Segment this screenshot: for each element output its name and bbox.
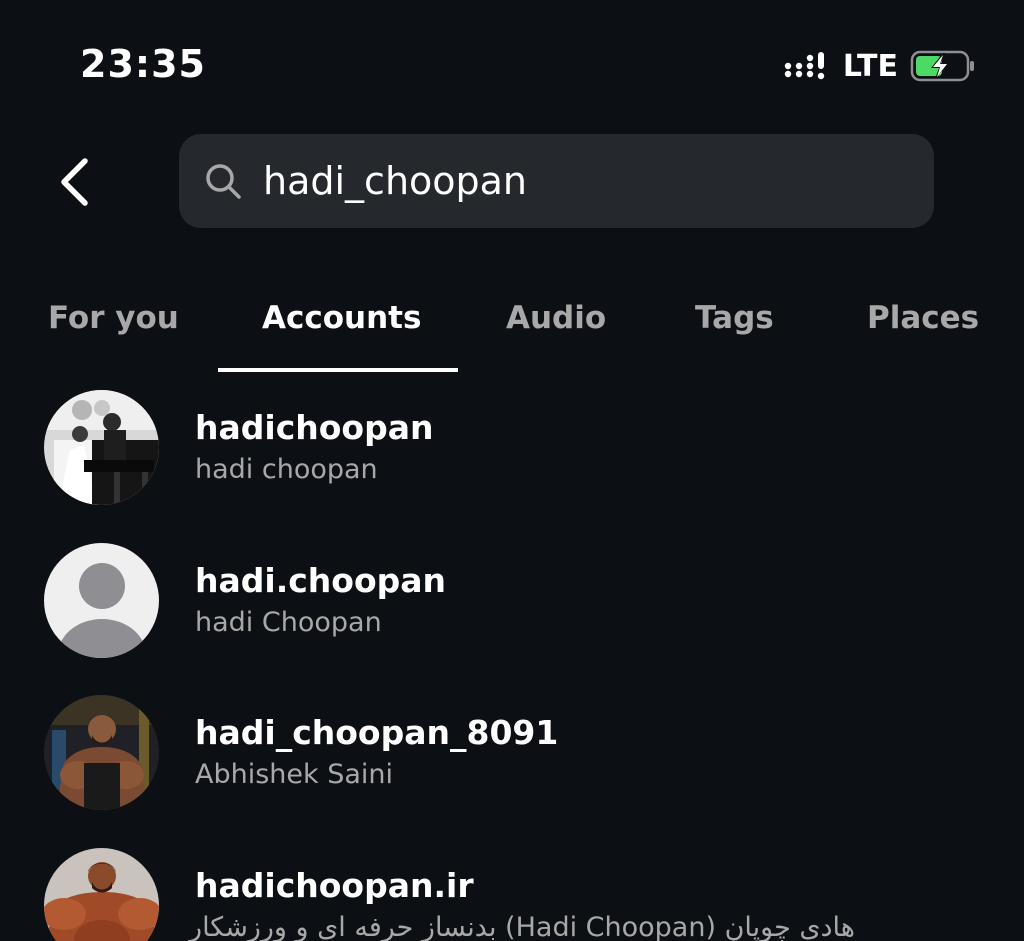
full-name: hadi Choopan <box>195 607 382 638</box>
tab-for-you[interactable]: For you <box>48 300 179 336</box>
username: hadi.choopan <box>195 561 447 600</box>
search-screen: 23:35 LTE hadi_choopan For you Accounts … <box>0 0 1024 941</box>
active-tab-indicator <box>218 368 458 372</box>
account-result[interactable]: hadi_choopan_8091 Abhishek Saini <box>0 695 1024 825</box>
username: hadichoopan.ir <box>195 866 474 905</box>
tab-audio[interactable]: Audio <box>506 300 606 336</box>
back-button[interactable] <box>52 152 100 212</box>
search-input[interactable]: hadi_choopan <box>263 134 527 228</box>
avatar[interactable] <box>44 848 159 941</box>
search-tabs: For you Accounts Audio Tags Places <box>0 290 1024 374</box>
tab-accounts[interactable]: Accounts <box>262 300 421 336</box>
tab-tags[interactable]: Tags <box>695 300 774 336</box>
avatar[interactable] <box>44 695 159 810</box>
cellular-signal-icon <box>783 50 831 82</box>
search-icon <box>203 161 243 201</box>
status-time: 23:35 <box>80 42 206 86</box>
default-avatar-icon[interactable] <box>44 543 159 658</box>
avatar[interactable] <box>44 390 159 505</box>
username: hadi_choopan_8091 <box>195 713 559 752</box>
full-name: هادی چوپان (Hadi Choopan) بدنساز حرفه ای… <box>189 912 855 941</box>
account-result[interactable]: hadichoopan hadi choopan <box>0 390 1024 520</box>
battery-charging-icon <box>910 49 976 83</box>
status-indicators: LTE <box>783 48 976 84</box>
full-name: hadi choopan <box>195 454 378 485</box>
account-result[interactable]: hadichoopan.ir هادی چوپان (Hadi Choopan)… <box>0 848 1024 941</box>
username: hadichoopan <box>195 408 434 447</box>
chevron-left-icon <box>61 158 88 206</box>
search-field[interactable]: hadi_choopan <box>179 134 934 228</box>
full-name: Abhishek Saini <box>195 759 394 790</box>
account-result[interactable]: hadi.choopan hadi Choopan <box>0 543 1024 673</box>
network-type: LTE <box>842 48 898 84</box>
tab-places[interactable]: Places <box>867 300 979 336</box>
